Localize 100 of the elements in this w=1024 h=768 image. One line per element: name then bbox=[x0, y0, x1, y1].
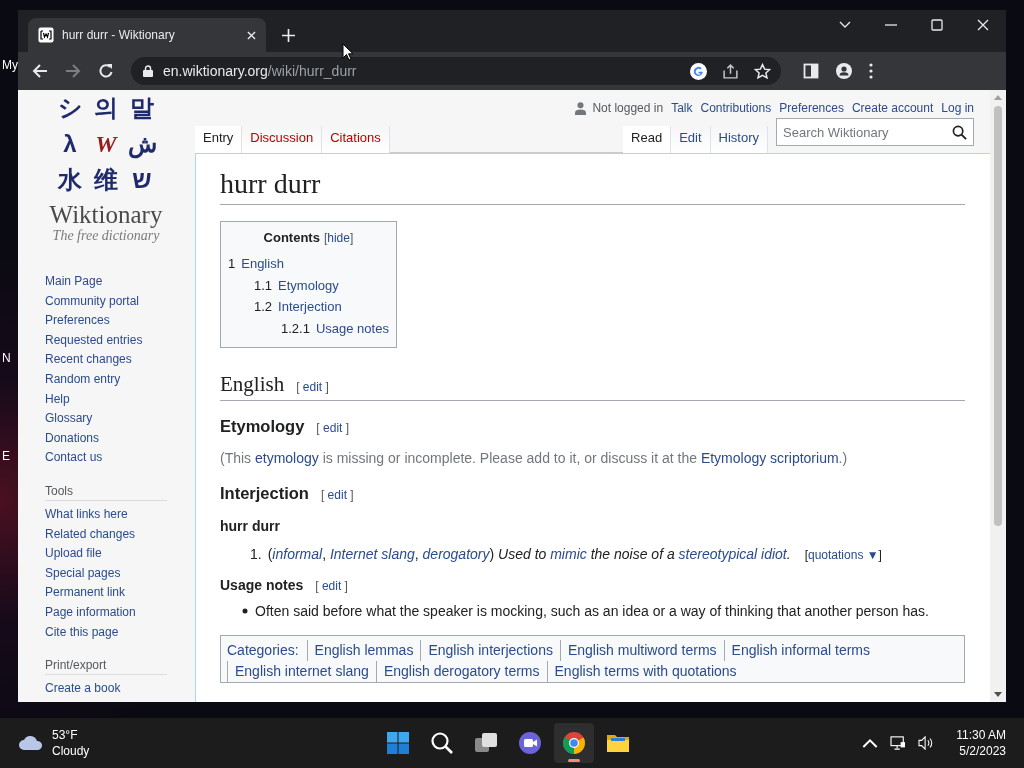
sidebar-link[interactable]: Donations bbox=[45, 428, 195, 449]
category-link[interactable]: English lemmas bbox=[306, 640, 421, 662]
logo-glyph[interactable]: シ bbox=[57, 90, 83, 126]
clock-time[interactable]: 11:30 AM bbox=[956, 727, 1006, 743]
logo-glyph[interactable]: λ bbox=[63, 126, 77, 162]
category-link[interactable]: English multiword terms bbox=[559, 640, 724, 662]
logo-wordmark[interactable]: Wiktionary bbox=[49, 202, 163, 228]
taskbar-app[interactable] bbox=[554, 723, 594, 763]
edit-link[interactable]: [ edit ] bbox=[315, 579, 348, 594]
logo-glyph[interactable]: ש bbox=[132, 162, 152, 198]
scroll-down-icon[interactable] bbox=[994, 692, 1002, 698]
browser-tab[interactable]: hurr durr - Wiktionary bbox=[28, 18, 266, 52]
page-tab[interactable]: Entry bbox=[195, 126, 243, 153]
desktop-icon-label[interactable]: N bbox=[2, 351, 11, 365]
reload-icon[interactable] bbox=[98, 63, 114, 79]
network-icon[interactable] bbox=[890, 736, 907, 750]
chevron-up-icon[interactable] bbox=[862, 736, 879, 750]
menu-icon[interactable] bbox=[869, 63, 873, 79]
desktop-icon-label[interactable]: My bbox=[2, 58, 18, 72]
chrome-icon bbox=[562, 731, 586, 755]
page-tab[interactable]: Citations bbox=[322, 126, 390, 153]
task-view-icon bbox=[474, 731, 498, 755]
edit-link[interactable]: [ edit ] bbox=[316, 421, 350, 436]
contents-link[interactable]: 1.2 Interjection bbox=[228, 296, 389, 318]
user-link[interactable]: Create account bbox=[851, 101, 934, 115]
sidebar-link[interactable]: What links here bbox=[45, 504, 195, 525]
sidebar-link[interactable]: Main Page bbox=[45, 272, 195, 292]
logo-glyph[interactable]: 말 bbox=[130, 90, 154, 126]
address-bar[interactable]: en.wiktionary.org/wiki/hurr_durr bbox=[131, 57, 781, 85]
inline-link[interactable]: mimic bbox=[550, 546, 587, 563]
view-tab[interactable]: Edit bbox=[671, 126, 711, 153]
sidebar-link[interactable]: Preferences bbox=[45, 311, 195, 331]
sidebar-link[interactable]: Page information bbox=[45, 602, 195, 623]
close-icon[interactable] bbox=[977, 19, 989, 31]
logo-glyph[interactable]: W bbox=[95, 126, 117, 162]
user-link[interactable]: Talk bbox=[671, 101, 693, 115]
google-icon[interactable] bbox=[690, 62, 707, 80]
logo-glyph[interactable]: 维 bbox=[94, 162, 118, 198]
inline-link[interactable]: etymology bbox=[255, 450, 319, 467]
star-icon[interactable] bbox=[754, 62, 771, 80]
share-icon[interactable] bbox=[722, 62, 739, 80]
sidebar-link[interactable]: Permanent link bbox=[45, 583, 195, 603]
weather-condition[interactable]: Cloudy bbox=[52, 743, 90, 759]
user-link[interactable]: Log in bbox=[941, 101, 974, 115]
sidebar-link[interactable]: Upload file bbox=[45, 544, 195, 564]
view-tab[interactable]: Read bbox=[623, 126, 672, 153]
logo-glyph[interactable]: ش bbox=[127, 126, 157, 162]
cloud-icon[interactable] bbox=[18, 735, 44, 751]
edit-link[interactable]: [ edit ] bbox=[296, 380, 329, 395]
category-link[interactable]: English terms with quotations bbox=[546, 661, 744, 683]
sidebar-link[interactable]: Recent changes bbox=[45, 350, 195, 370]
section-heading: Usage notes bbox=[220, 577, 304, 594]
page-tab[interactable]: Discussion bbox=[242, 126, 323, 153]
temperature[interactable]: 53°F bbox=[52, 727, 90, 743]
hide-link[interactable]: [hide] bbox=[323, 231, 354, 245]
close-tab-icon[interactable] bbox=[247, 30, 256, 40]
scrollbar-thumb[interactable] bbox=[994, 106, 1002, 526]
scrollbar[interactable] bbox=[990, 90, 1006, 702]
sidebar-link[interactable]: Glossary bbox=[45, 409, 195, 429]
sidebar-link[interactable]: Cite this page bbox=[45, 622, 195, 643]
category-link[interactable]: English internet slang bbox=[227, 661, 376, 683]
logo-glyph[interactable]: 의 bbox=[94, 90, 118, 126]
categories-label[interactable]: Categories: bbox=[227, 640, 307, 662]
new-tab-icon[interactable] bbox=[282, 29, 295, 42]
edit-link[interactable]: [ edit ] bbox=[320, 488, 354, 503]
logo-glyph[interactable]: 水 bbox=[58, 162, 82, 198]
sidebar-link[interactable]: Random entry bbox=[45, 369, 195, 390]
desktop-icon-label[interactable]: E bbox=[2, 449, 10, 463]
sidebar-link[interactable]: Contact us bbox=[45, 448, 195, 468]
category-link[interactable]: English derogatory terms bbox=[375, 661, 547, 683]
view-tab[interactable]: History bbox=[710, 126, 768, 153]
contents-title: Contents bbox=[263, 230, 320, 245]
back-icon[interactable] bbox=[32, 63, 48, 79]
sidebar-link[interactable]: Create a book bbox=[45, 679, 195, 699]
inline-link[interactable]: derogatory bbox=[422, 546, 490, 563]
inline-link[interactable]: Internet slang bbox=[329, 546, 415, 563]
sidebar-link[interactable]: Special pages bbox=[45, 563, 195, 584]
sidebar-link[interactable]: Help bbox=[45, 389, 195, 410]
inline-link[interactable]: stereotypical idiot bbox=[678, 546, 787, 563]
maximize-icon[interactable] bbox=[931, 19, 943, 31]
search-field[interactable]: Search Wiktionary bbox=[776, 118, 974, 146]
contents-link[interactable]: 1 English bbox=[228, 253, 389, 275]
forward-icon[interactable] bbox=[65, 63, 81, 79]
sidebar-link[interactable]: Related changes bbox=[45, 524, 195, 545]
profile-icon[interactable] bbox=[836, 63, 852, 79]
inline-link[interactable]: Etymology scriptorium bbox=[700, 450, 839, 467]
clock-date[interactable]: 5/2/2023 bbox=[959, 743, 1006, 759]
category-link[interactable]: English informal terms bbox=[723, 640, 878, 662]
search-icon[interactable] bbox=[952, 125, 967, 140]
inline-link[interactable]: informal bbox=[272, 546, 323, 563]
contents-link[interactable]: 1.1 Etymology bbox=[228, 274, 389, 297]
category-link[interactable]: English interjections bbox=[420, 640, 560, 662]
quotations-toggle[interactable]: [quotations ▼] bbox=[804, 548, 882, 563]
side-panel-icon[interactable] bbox=[803, 63, 819, 79]
user-link[interactable]: Preferences bbox=[779, 101, 844, 115]
sidebar-link[interactable]: Community portal bbox=[45, 291, 195, 312]
contents-link[interactable]: 1.2.1 Usage notes bbox=[228, 317, 389, 340]
speaker-icon[interactable] bbox=[918, 736, 935, 750]
sidebar-link[interactable]: Requested entries bbox=[45, 330, 195, 351]
user-link[interactable]: Contributions bbox=[700, 101, 772, 115]
